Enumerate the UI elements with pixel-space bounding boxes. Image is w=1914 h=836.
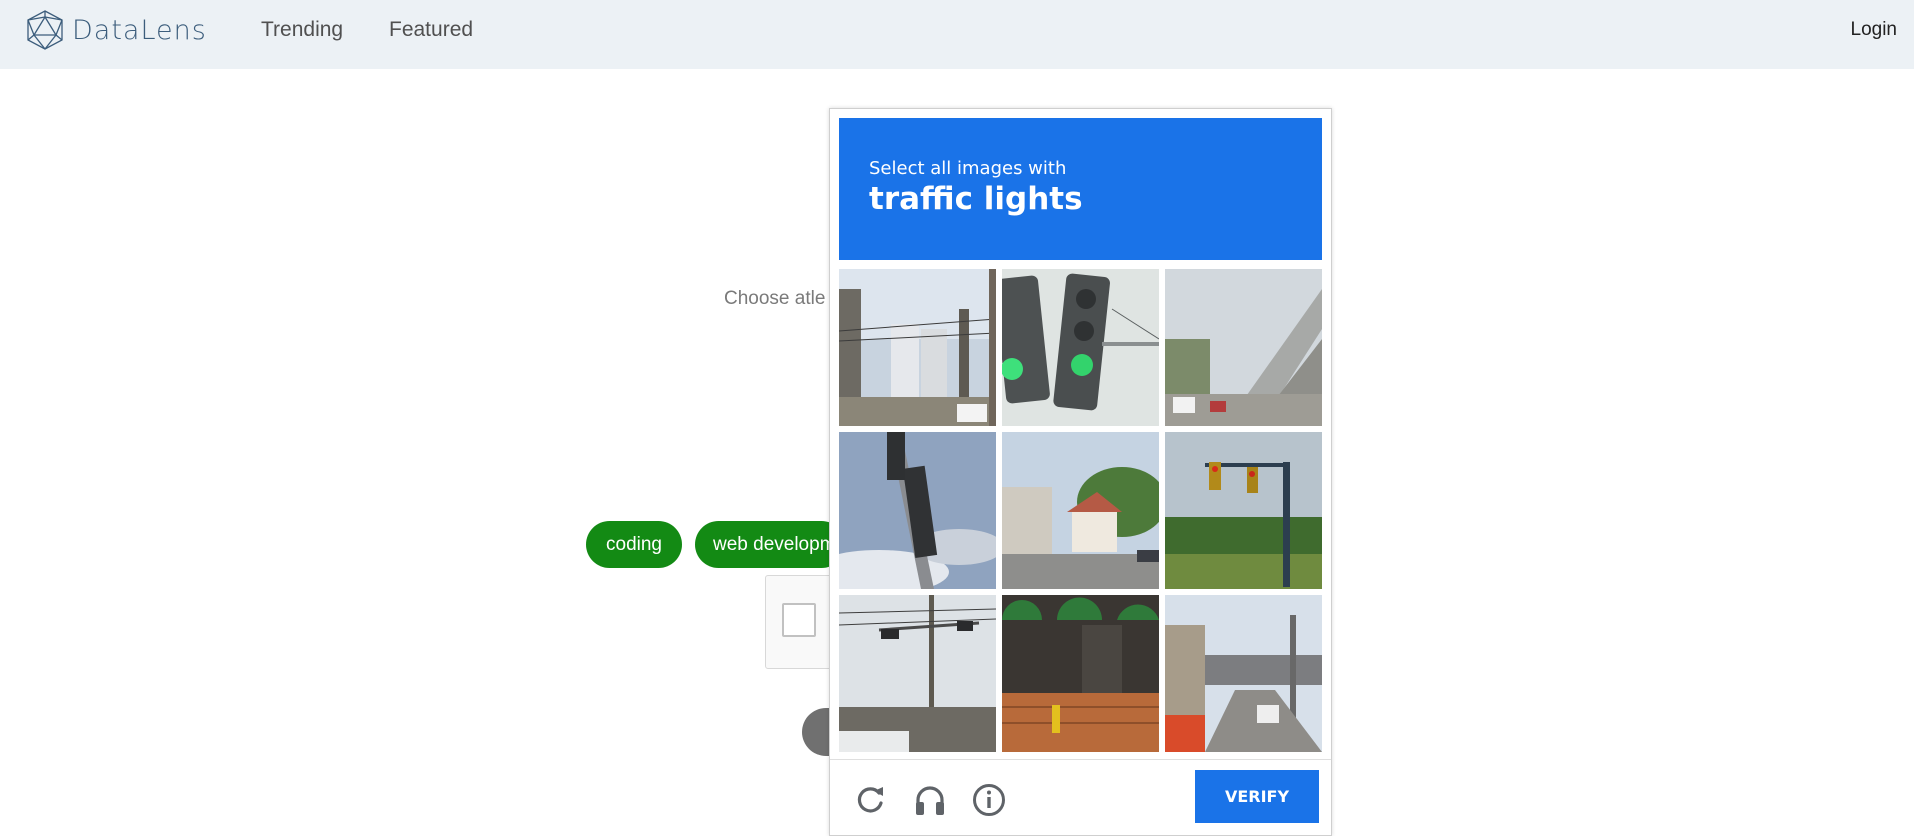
datalens-logo-icon [27,10,63,50]
brand-logo[interactable]: DataLens [24,9,207,51]
elevated-highway-image [1165,269,1322,426]
traffic-lights-image [1002,269,1159,426]
info-icon[interactable] [971,782,1007,818]
captcha-tile-3[interactable] [1165,269,1322,426]
headphones-icon[interactable] [912,782,948,818]
recaptcha-checkbox[interactable] [782,603,816,637]
captcha-tile-1[interactable] [839,269,996,426]
nav-link-featured[interactable]: Featured [389,18,473,42]
building-facade-hydrant-image [1002,595,1159,752]
town-street-image [1165,595,1322,752]
brand-name: DataLens [72,14,207,46]
mast-arm-traffic-lights-image [1165,432,1322,589]
captcha-footer: VERIFY [830,759,1331,835]
verify-button[interactable]: VERIFY [1195,770,1319,823]
captcha-tile-8[interactable] [1002,595,1159,752]
captcha-header: Select all images with traffic lights [839,118,1322,260]
login-link[interactable]: Login [1851,19,1898,41]
captcha-tile-5[interactable] [1002,432,1159,589]
tag-coding[interactable]: coding [586,521,682,568]
captcha-tile-9[interactable] [1165,595,1322,752]
street-buildings-image [839,269,996,426]
nav-link-trending[interactable]: Trending [261,18,343,42]
captcha-instruction: Select all images with [869,158,1067,179]
intersection-traffic-lights-image [839,595,996,752]
traffic-light-pole-image [839,432,996,589]
reload-icon[interactable] [852,782,888,818]
captcha-tile-2[interactable] [1002,269,1159,426]
tag-web-development[interactable]: web developm [695,521,845,568]
choose-topics-text: Choose atle [724,288,826,309]
captcha-tile-6[interactable] [1165,432,1322,589]
navbar: DataLens Trending Featured Login [0,0,1914,69]
captcha-tile-7[interactable] [839,595,996,752]
captcha-target: traffic lights [869,181,1083,217]
captcha-tile-4[interactable] [839,432,996,589]
captcha-challenge: Select all images with traffic lights VE… [829,108,1332,836]
residential-street-image [1002,432,1159,589]
